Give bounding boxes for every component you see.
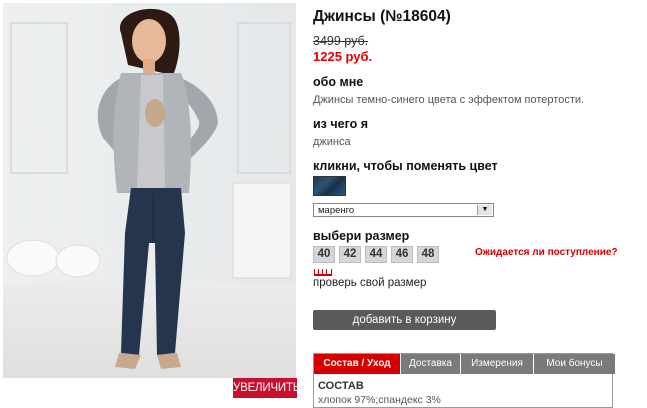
about-heading: обо мне [313,75,364,89]
color-select[interactable]: маренго ▼ [313,203,494,217]
add-to-cart-button[interactable]: добавить в корзину [313,310,496,330]
size-option[interactable]: 46 [391,246,413,263]
chevron-down-icon[interactable]: ▼ [477,205,492,215]
model-image [3,3,296,378]
composition-text: хлопок 97%;спандекс 3% [318,394,441,406]
restock-link[interactable]: Ожидается ли поступление? [475,247,618,258]
new-price: 1225 руб. [313,49,373,64]
old-price: 3499 руб. [313,34,369,48]
size-option[interactable]: 48 [417,246,439,263]
color-select-value: маренго [318,205,355,216]
product-photo[interactable] [3,3,296,378]
size-option[interactable]: 40 [313,246,335,263]
info-tabs: Состав / Уход Доставка Измерения Мои бон… [313,353,615,408]
color-swatch[interactable] [313,176,346,196]
tab-delivery[interactable]: Доставка [401,354,461,374]
material-text: джинса [313,136,351,148]
zoom-button[interactable]: УВЕЛИЧИТЬ [233,378,300,398]
composition-heading: СОСТАВ [318,380,364,392]
tab-composition[interactable]: Состав / Уход [314,354,401,374]
color-heading: кликни, чтобы поменять цвет [313,159,498,173]
material-heading: из чего я [313,117,369,131]
about-text: Джинсы темно-синего цвета с эффектом пот… [313,94,585,106]
tab-bonuses[interactable]: Мои бонусы [534,354,615,374]
tab-measurements[interactable]: Измерения [461,354,534,374]
size-heading: выбери размер [313,229,410,243]
size-option[interactable]: 42 [339,246,361,263]
tab-bar: Состав / Уход Доставка Измерения Мои бон… [314,354,615,374]
product-title: Джинсы (№18604) [313,8,451,25]
check-size-link[interactable]: проверь свой размер [313,277,426,289]
ruler-icon [314,268,332,276]
size-options: 40 42 44 46 48 [313,246,439,263]
size-option[interactable]: 44 [365,246,387,263]
